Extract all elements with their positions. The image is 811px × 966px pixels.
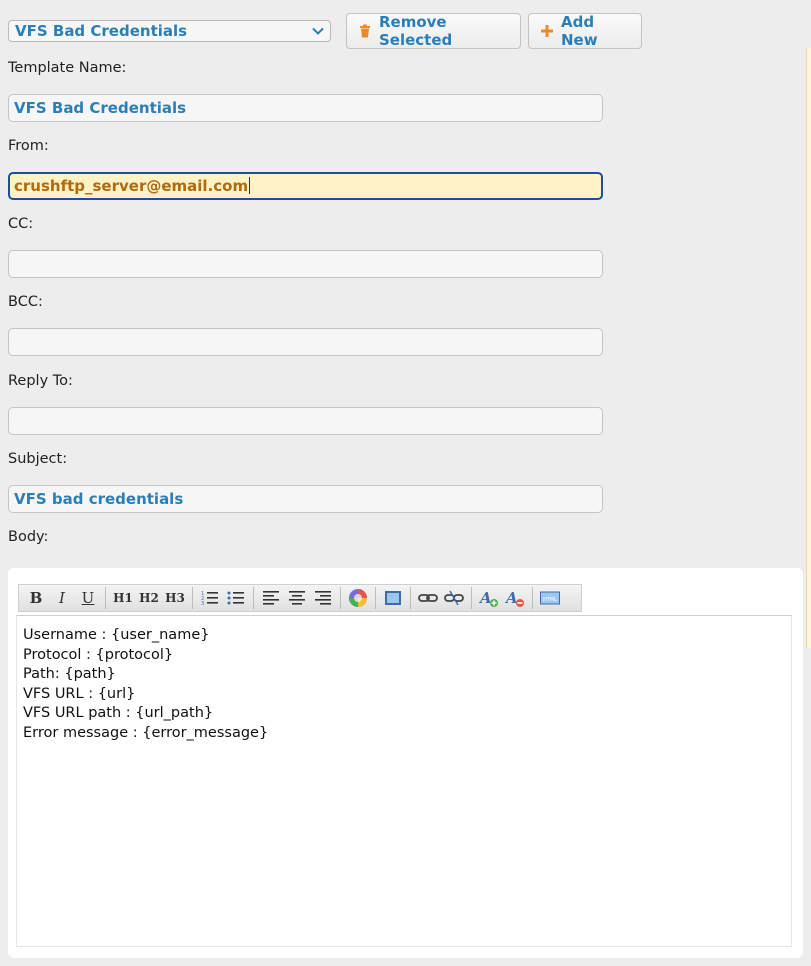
chevron-down-icon xyxy=(312,27,324,35)
bold-button[interactable]: B xyxy=(25,587,47,609)
toolbar-divider xyxy=(105,587,106,609)
template-select[interactable]: VFS Bad Credentials xyxy=(8,20,331,42)
text-caret xyxy=(249,177,251,194)
body-line: Protocol : {protocol} xyxy=(23,646,174,663)
template-name-value: VFS Bad Credentials xyxy=(14,99,187,117)
editor-toolbar: B I U H1 H2 H3 1 2 3 A A HTML xyxy=(18,584,582,612)
body-line: Username : {user_name} xyxy=(23,627,210,643)
toolbar-divider xyxy=(340,587,341,609)
heading2-button[interactable]: H2 xyxy=(138,587,160,609)
font-decrease-icon: A xyxy=(505,589,524,607)
template-name-label: Template Name: xyxy=(8,60,127,76)
increase-font-button[interactable]: A xyxy=(478,587,500,609)
remove-selected-label: Remove Selected xyxy=(379,13,453,49)
remove-selected-button[interactable]: Remove Selected xyxy=(346,13,521,49)
html-source-button[interactable]: HTML xyxy=(539,587,561,609)
ordered-list-icon: 1 2 3 xyxy=(201,591,218,607)
toolbar-divider xyxy=(192,587,193,609)
align-right-button[interactable] xyxy=(312,587,334,609)
subject-label: Subject: xyxy=(8,451,68,467)
bcc-label: BCC: xyxy=(8,294,43,310)
trash-icon xyxy=(359,24,371,38)
svg-text:A: A xyxy=(479,589,492,607)
toolbar-divider xyxy=(410,587,411,609)
subject-input[interactable]: VFS bad credentials xyxy=(8,485,603,513)
unlink-button[interactable] xyxy=(443,587,465,609)
toolbar-divider xyxy=(532,587,533,609)
svg-text:3: 3 xyxy=(201,601,204,607)
insert-image-button[interactable] xyxy=(382,587,404,609)
align-left-button[interactable] xyxy=(260,587,282,609)
from-input[interactable]: crushftp_server@email.com xyxy=(8,172,603,200)
body-line: VFS URL path : {url_path} xyxy=(23,705,214,722)
add-new-button[interactable]: Add New xyxy=(528,13,642,49)
align-center-icon xyxy=(289,591,305,605)
heading1-button[interactable]: H1 xyxy=(112,587,134,609)
body-content: Username : {user_name} Protocol : {proto… xyxy=(23,626,268,744)
underline-button[interactable]: U xyxy=(77,587,99,609)
html-icon-label: HTML xyxy=(543,597,557,603)
subject-value: VFS bad credentials xyxy=(14,490,184,508)
ordered-list-button[interactable]: 1 2 3 xyxy=(199,587,221,609)
italic-button[interactable]: I xyxy=(51,587,73,609)
reply-to-label: Reply To: xyxy=(8,373,73,389)
add-new-label: Add New xyxy=(561,13,598,49)
cc-input[interactable] xyxy=(8,250,603,278)
decrease-font-button[interactable]: A xyxy=(504,587,526,609)
toolbar-divider xyxy=(375,587,376,609)
insert-link-button[interactable] xyxy=(417,587,439,609)
body-line: Error message : {error_message} xyxy=(23,724,269,741)
heading3-button[interactable]: H3 xyxy=(164,587,186,609)
align-right-icon xyxy=(315,591,331,605)
toolbar-divider xyxy=(253,587,254,609)
cc-label: CC: xyxy=(8,216,34,232)
from-label: From: xyxy=(8,138,49,154)
from-value: crushftp_server@email.com xyxy=(14,177,249,195)
plus-icon xyxy=(541,25,553,37)
body-line: VFS URL : {url} xyxy=(23,685,136,702)
email-template-editor: VFS Bad Credentials Remove Selected Add … xyxy=(0,0,811,966)
unlink-icon xyxy=(444,590,464,606)
font-increase-icon: A xyxy=(479,589,498,607)
unordered-list-button[interactable] xyxy=(225,587,247,609)
body-editor: B I U H1 H2 H3 1 2 3 A A HTML Username:… xyxy=(8,568,803,958)
align-center-button[interactable] xyxy=(286,587,308,609)
toolbar-divider xyxy=(471,587,472,609)
template-name-input[interactable]: VFS Bad Credentials xyxy=(8,94,603,122)
link-icon xyxy=(418,594,438,602)
bcc-input[interactable] xyxy=(8,328,603,356)
reply-to-input[interactable] xyxy=(8,407,603,435)
body-label: Body: xyxy=(8,529,49,545)
color-palette-icon xyxy=(349,589,367,607)
template-select-value: VFS Bad Credentials xyxy=(15,22,188,40)
html-icon: HTML xyxy=(540,591,560,605)
side-panel-edge xyxy=(806,48,811,648)
svg-text:A: A xyxy=(505,589,518,607)
unordered-list-icon xyxy=(227,591,244,605)
image-icon xyxy=(385,591,401,605)
text-color-button[interactable] xyxy=(347,587,369,609)
body-line: Path: {path} xyxy=(23,666,116,683)
align-left-icon xyxy=(263,591,279,605)
